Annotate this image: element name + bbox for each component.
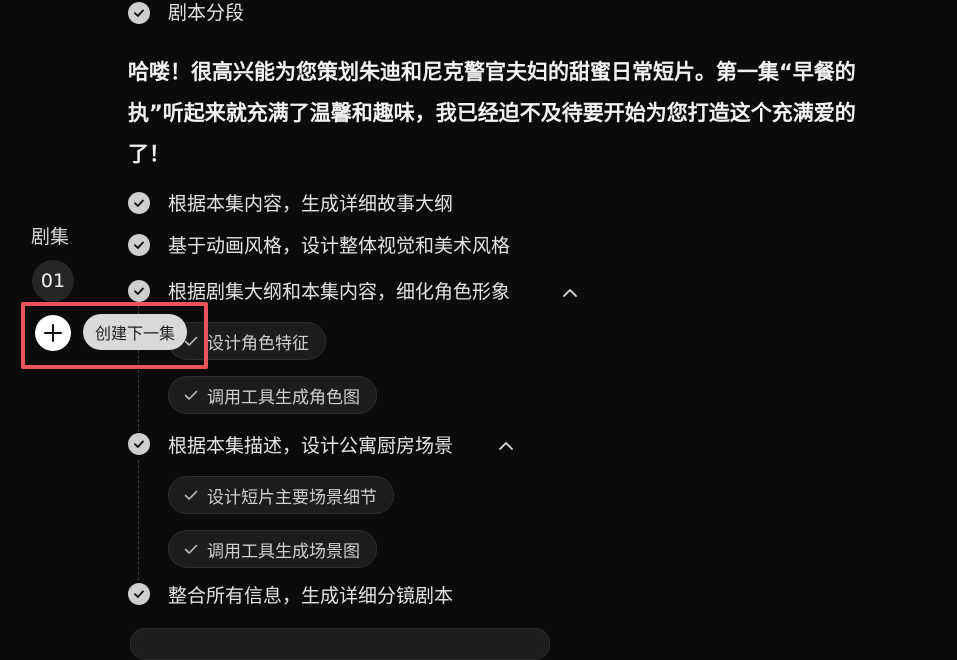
substep-label: 调用工具生成场景图 [207, 541, 360, 562]
substep-connector [138, 460, 139, 580]
chevron-up-icon[interactable] [561, 284, 579, 302]
check-icon [184, 544, 198, 554]
step-visual-style: 基于动画风格，设计整体视觉和美术风格 [168, 235, 511, 257]
check-circle-icon [128, 234, 150, 256]
create-next-episode-tooltip: 创建下一集 [83, 314, 188, 350]
step-storyboard-script: 整合所有信息，生成详细分镜剧本 [168, 585, 454, 607]
intro-line: 哈喽！很高兴能为您策划朱迪和尼克警官夫妇的甜蜜日常短片。第一集“早餐的 [128, 60, 856, 84]
assistant-intro-message: 哈喽！很高兴能为您策划朱迪和尼克警官夫妇的甜蜜日常短片。第一集“早餐的 执”听起… [128, 52, 957, 175]
check-icon [184, 490, 198, 500]
next-result-card[interactable] [130, 628, 550, 660]
check-icon [184, 390, 198, 400]
substep-label: 设计短片主要场景细节 [207, 487, 377, 508]
check-circle-icon [128, 433, 150, 455]
step-script-segmentation: 剧本分段 [168, 2, 245, 24]
step-character-design: 根据剧集大纲和本集内容，细化角色形象 [168, 281, 511, 303]
check-circle-icon [128, 583, 150, 605]
check-circle-icon [128, 2, 150, 24]
substep-label: 调用工具生成角色图 [207, 387, 360, 408]
check-circle-icon [128, 192, 150, 214]
intro-line: 执”听起来就充满了温馨和趣味，我已经迫不及待要开始为您打造这个充满爱的 [128, 101, 856, 125]
substep-label: 设计角色特征 [207, 333, 309, 354]
add-episode-button[interactable] [35, 315, 71, 351]
episode-01-button[interactable]: 01 [32, 260, 74, 302]
episodes-title: 剧集 [31, 226, 70, 248]
check-circle-icon [128, 280, 150, 302]
substep-pill: 调用工具生成角色图 [168, 376, 377, 414]
substep-pill: 调用工具生成场景图 [168, 530, 377, 568]
chevron-up-icon[interactable] [497, 437, 515, 455]
substep-pill: 设计短片主要场景细节 [168, 476, 394, 514]
step-scene-design: 根据本集描述，设计公寓厨房场景 [168, 435, 454, 457]
step-story-outline: 根据本集内容，生成详细故事大纲 [168, 193, 454, 215]
plus-icon [44, 324, 62, 342]
intro-line: 了！ [128, 142, 170, 166]
